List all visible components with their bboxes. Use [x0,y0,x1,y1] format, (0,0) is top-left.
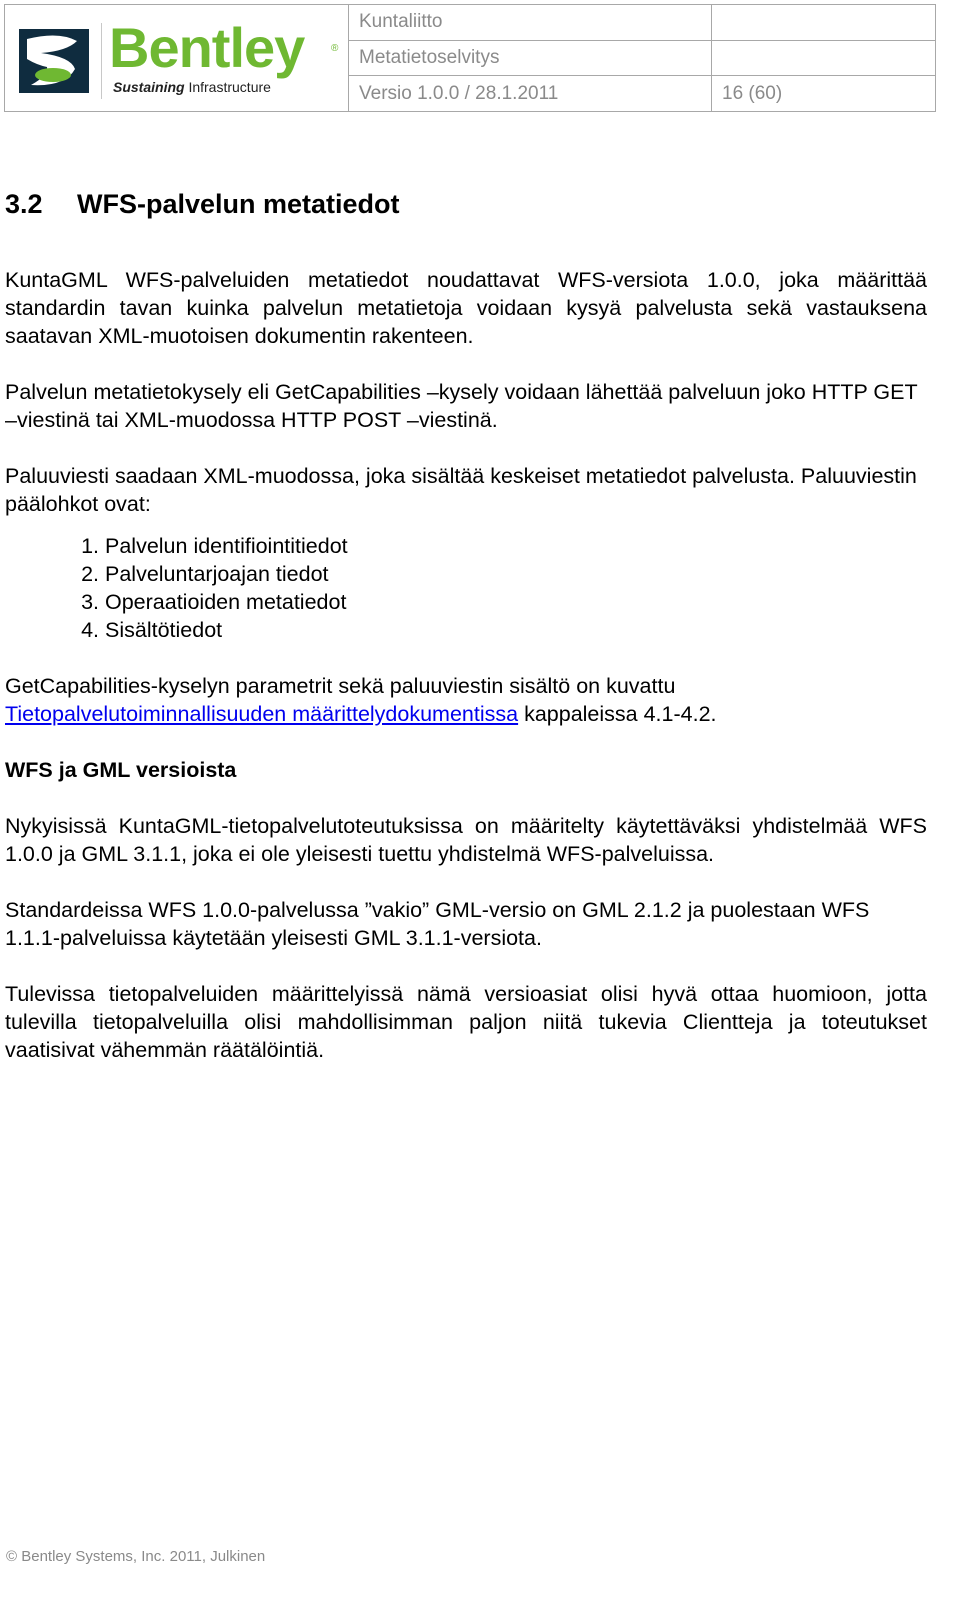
list-item: Palveluntarjoajan tiedot [105,560,927,588]
paragraph-future: Tulevissa tietopalveluiden määrittelyiss… [5,982,927,1062]
tagline-bold: Sustaining [113,79,185,95]
document-body: 3.2 WFS-palvelun metatiedot KuntaGML WFS-… [5,186,927,1092]
paragraph-current-implementations: Nykyisissä KuntaGML-tietopalvelutoteutuk… [5,814,927,866]
list-item: Palvelun identifiointitiedot [105,532,927,560]
section-number: 3.2 [5,189,43,219]
logo-tagline: Sustaining Infrastructure [113,79,271,95]
paragraph-getcapabilities: Palvelun metatietokysely eli GetCapabili… [5,380,918,432]
paragraph-response: Paluuviesti saadaan XML-muodossa, joka s… [5,464,917,516]
logo-divider [101,23,102,99]
page-header: Bentley ® Sustaining Infrastructure Kunt… [4,4,936,112]
paragraph-standards: Standardeissa WFS 1.0.0-palvelussa ”vaki… [5,898,870,950]
header-side-empty-1 [712,5,935,40]
parameters-text-start: GetCapabilities-kyselyn parametrit sekä … [5,674,676,698]
document-title: Metatietoselvitys [349,40,712,76]
page-number: 16 (60) [722,82,783,104]
header-row-document: Metatietoselvitys [349,40,935,77]
version-date: Versio 1.0.0 / 28.1.2011 [349,76,712,112]
response-blocks-list: Palvelun identifiointitiedot Palveluntar… [5,532,927,644]
tagline-rest: Infrastructure [188,79,271,95]
registered-mark: ® [331,43,339,54]
header-row-version: Versio 1.0.0 / 28.1.2011 16 (60) [349,76,935,112]
header-row-organization: Kuntaliitto [349,5,935,41]
section-heading: 3.2 WFS-palvelun metatiedot [5,186,927,222]
bentley-logo: Bentley ® Sustaining Infrastructure [5,5,349,111]
subheading-versions: WFS ja GML versioista [5,758,237,782]
section-title: WFS-palvelun metatiedot [77,189,400,219]
organization: Kuntaliitto [349,5,712,40]
header-side-empty-2 [712,41,935,76]
page-footer: © Bentley Systems, Inc. 2011, Julkinen [6,1548,266,1565]
list-item: Sisältötiedot [105,616,927,644]
bentley-b-icon [19,29,89,93]
list-item: Operaatioiden metatiedot [105,588,927,616]
logo-wordmark: Bentley [109,16,305,79]
specification-document-link[interactable]: Tietopalvelutoiminnallisuuden määrittely… [5,702,518,726]
paragraph-parameters: GetCapabilities-kyselyn parametrit sekä … [5,672,927,728]
header-info-table: Kuntaliitto Metatietoselvitys Versio 1.0… [349,5,935,112]
paragraph-intro: KuntaGML WFS-palveluiden metatiedot noud… [5,268,927,348]
parameters-text-end: kappaleissa 4.1-4.2. [518,702,717,726]
